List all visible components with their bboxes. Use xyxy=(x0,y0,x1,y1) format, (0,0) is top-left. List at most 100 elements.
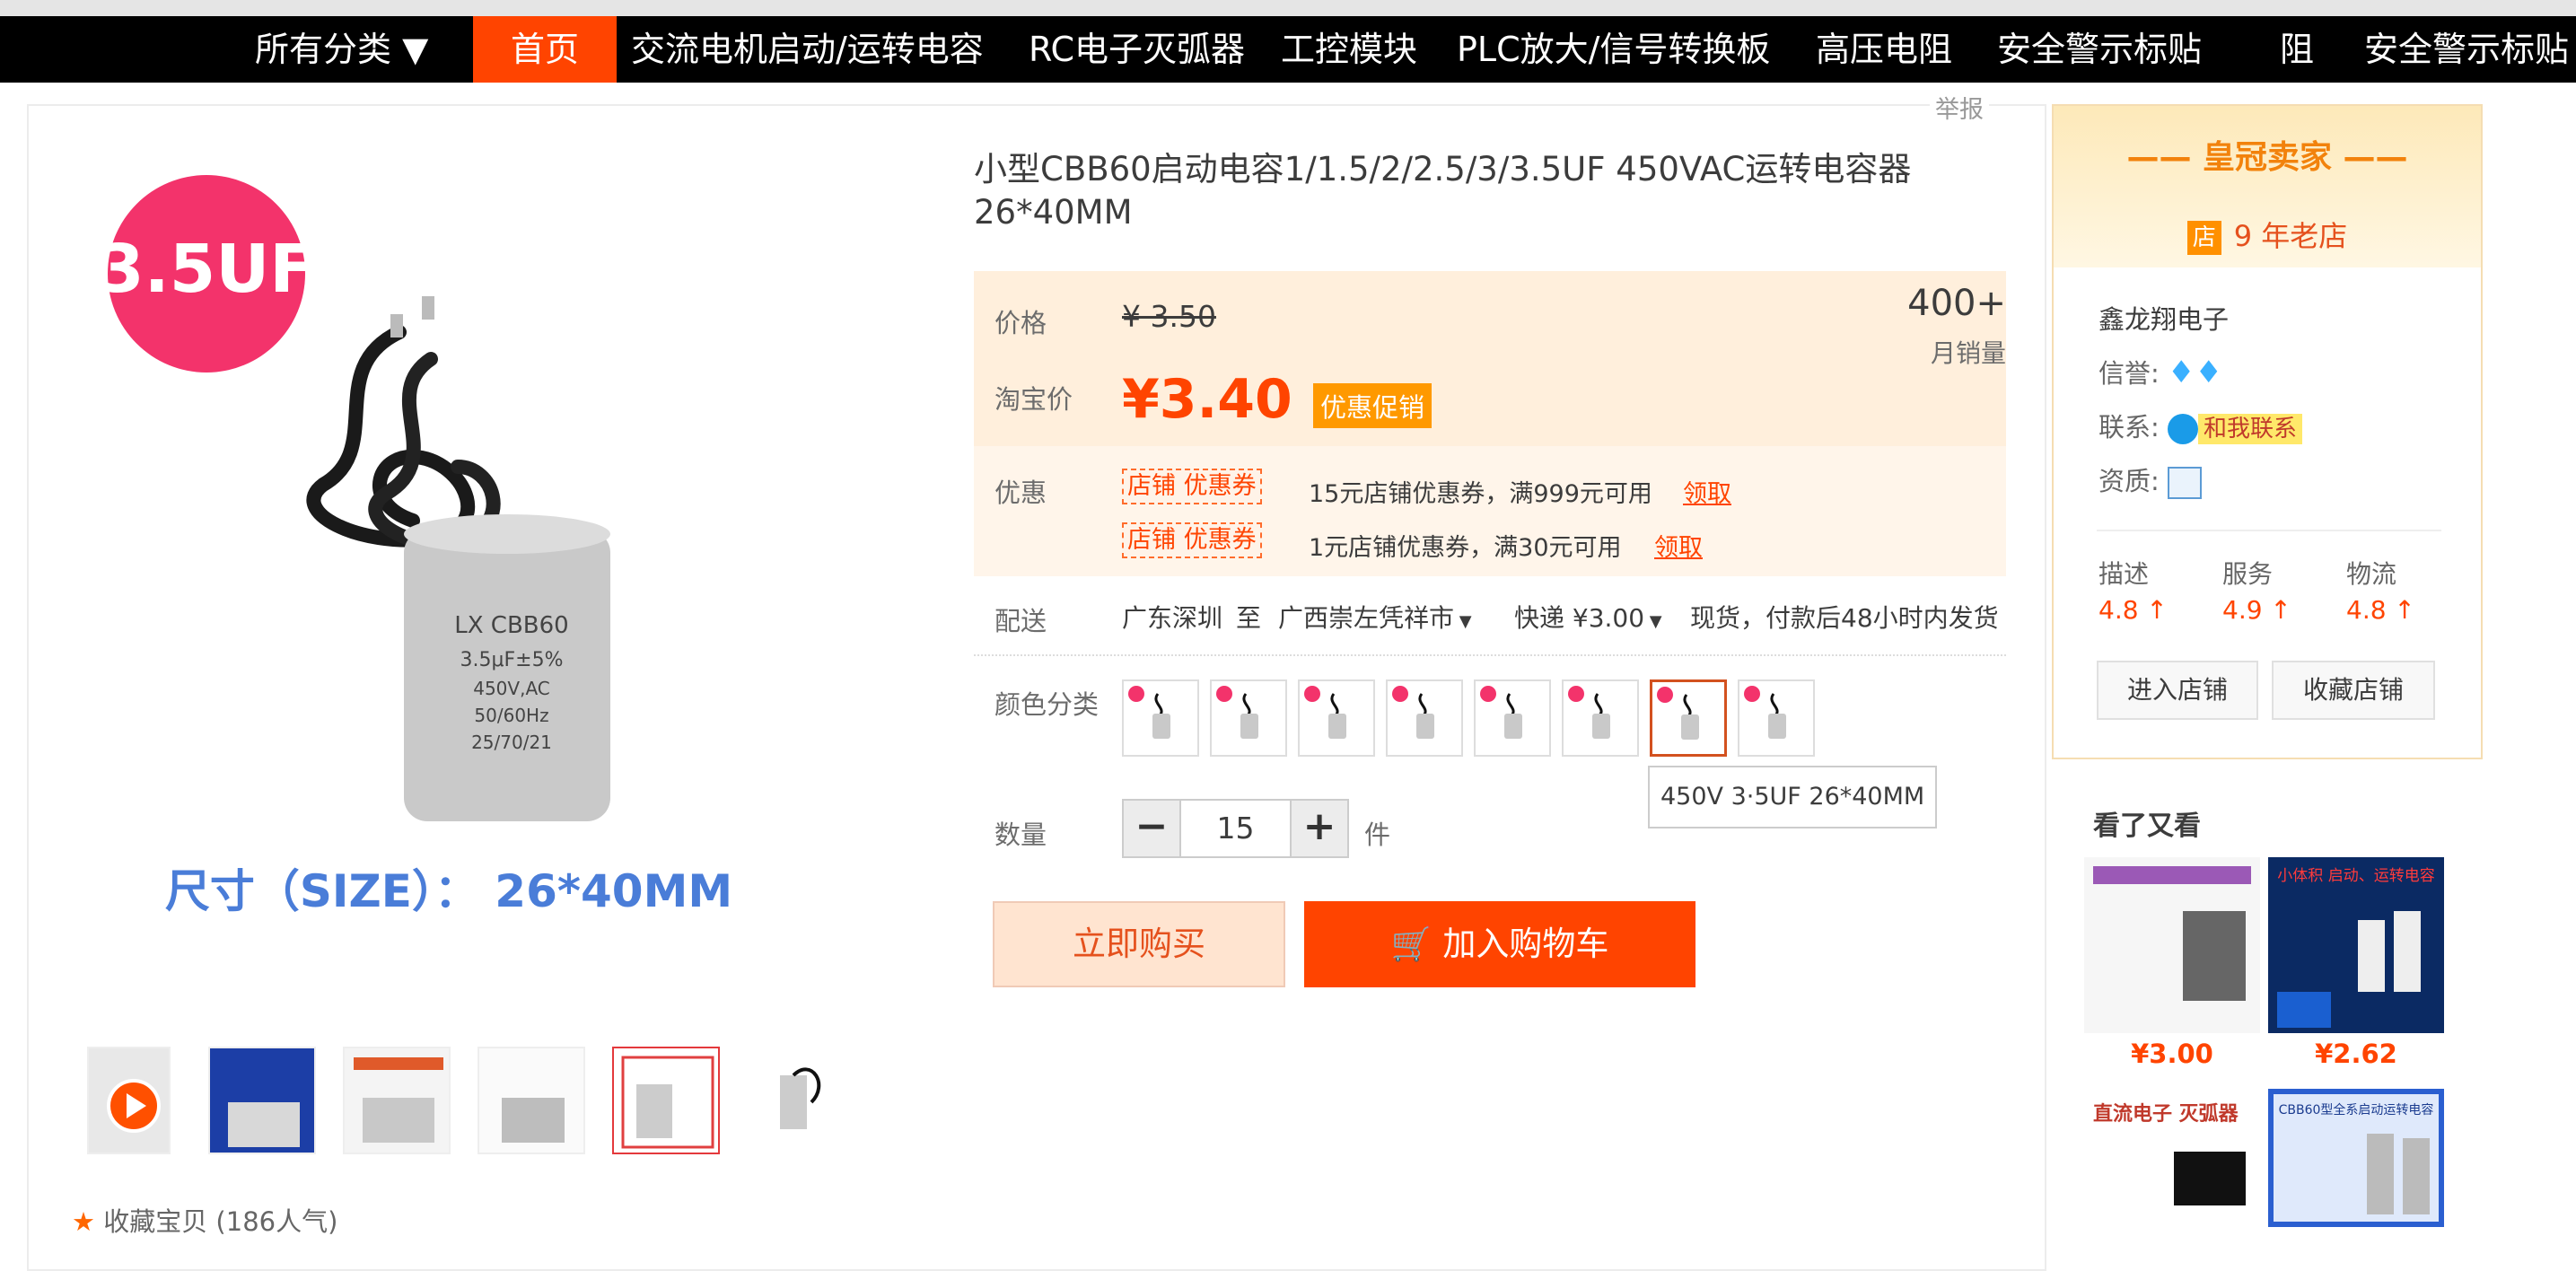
thumbnail-6[interactable] xyxy=(756,1047,863,1154)
caret-down-icon: ▼ xyxy=(1454,612,1472,631)
swatch-capacitor-image xyxy=(1392,686,1434,739)
divider xyxy=(2097,530,2441,531)
decrease-button[interactable]: − xyxy=(1124,801,1179,856)
store-icon: 店 xyxy=(2186,221,2221,255)
current-price: ¥3.40 xyxy=(1122,368,1292,431)
nav-hv-resistor[interactable]: 高压电阻 xyxy=(1816,16,1952,83)
size-caption: 尺寸（SIZE）： 26*40MM xyxy=(165,865,732,917)
thumb-image-2 xyxy=(210,1048,314,1153)
seller-panel: —— 皇冠卖家 —— 店9 年老店 鑫龙翔电子 信誉: ♦♦ 联系: 和我联系 … xyxy=(2052,104,2483,759)
coupon-tag-2: 店铺 优惠券 xyxy=(1122,522,1262,558)
express-value: 快递 ¥3.00 xyxy=(1514,603,1645,633)
buy-now-button[interactable]: 立即购买 xyxy=(993,901,1285,987)
thumb-image-6 xyxy=(780,1067,821,1129)
crown-seller-title: —— 皇冠卖家 —— xyxy=(2126,139,2408,176)
thumbnail-4[interactable] xyxy=(478,1047,585,1154)
nav-ac-motor-capacitor[interactable]: 交流电机启动/运转电容 xyxy=(631,16,984,83)
recommend-item-4[interactable]: CBB60型全系启动运转电容 xyxy=(2268,1089,2444,1227)
nav-warning-label-2[interactable]: 安全警示标贴 xyxy=(2364,16,2569,83)
capacitor-illustration: 3.5UF LX CBB60 3.5μF±5% 450V,AC 50/60Hz … xyxy=(98,175,732,917)
recommend-item-2[interactable]: 小体积 启动、运转电容 xyxy=(2268,857,2444,1033)
rating-desc-label: 描述 xyxy=(2098,559,2150,589)
top-strip xyxy=(0,0,2576,16)
enter-store-button[interactable]: 进入店铺 xyxy=(2097,661,2258,720)
ship-to-word: 至 xyxy=(1236,603,1262,633)
nav-plc-board[interactable]: PLC放大/信号转换板 xyxy=(1457,16,1770,83)
increase-button[interactable]: + xyxy=(1292,801,1347,856)
cap-line-1: LX CBB60 xyxy=(454,612,568,639)
quantity-input[interactable]: 15 xyxy=(1179,801,1292,856)
cap-line-4: 50/60Hz xyxy=(474,705,548,726)
recommend-image-2: 小体积 启动、运转电容 xyxy=(2268,857,2444,1033)
swatch-capacitor-image xyxy=(1480,686,1522,739)
swatch-capacitor-image xyxy=(1304,686,1346,739)
credit-row: 信誉: ♦♦ xyxy=(2098,353,2222,390)
color-swatch-2[interactable] xyxy=(1210,679,1287,757)
sales-count: 400+ xyxy=(1907,283,2006,324)
cap-line-2: 3.5μF±5% xyxy=(460,649,564,671)
add-to-cart-button[interactable]: 🛒 加入购物车 xyxy=(1304,901,1695,987)
sales-label: 月销量 xyxy=(1930,338,2006,368)
quantity-stepper: − 15 + xyxy=(1122,799,1349,858)
express-select[interactable]: 快递 ¥3.00 ▼ xyxy=(1514,599,1662,635)
wangwang-icon xyxy=(2168,414,2198,444)
color-swatch-4[interactable] xyxy=(1386,679,1463,757)
contact-label: 联系: xyxy=(2098,412,2160,443)
all-categories-menu[interactable]: 所有分类 ▼ xyxy=(255,16,428,83)
quantity-label: 数量 xyxy=(994,820,1047,850)
report-link[interactable]: 举报 xyxy=(1930,90,1989,125)
capacity-badge: 3.5UF xyxy=(98,231,315,308)
recommend-image-4: CBB60型全系启动运转电容 xyxy=(2268,1089,2444,1227)
rating-logistics-label: 物流 xyxy=(2346,559,2397,589)
color-label: 颜色分类 xyxy=(994,689,1100,720)
destination-select[interactable]: 广西崇左凭祥市 ▼ xyxy=(1278,599,1472,635)
qualification-label: 资质: xyxy=(2098,466,2160,496)
main-product-image[interactable]: 3.5UF LX CBB60 3.5μF±5% 450V,AC 50/60Hz … xyxy=(90,162,808,1005)
credit-label: 信誉: xyxy=(2098,358,2160,389)
recommend-item-3[interactable]: 直流电子 灭弧器 xyxy=(2084,1089,2260,1227)
nav-warning-label[interactable]: 安全警示标贴 xyxy=(1997,16,2202,83)
favorite-label: 收藏宝贝 (186人气) xyxy=(103,1206,338,1237)
contact-seller-button[interactable]: 和我联系 xyxy=(2198,414,2303,444)
color-swatch-8[interactable] xyxy=(1738,679,1815,757)
discount-label: 优惠 xyxy=(994,478,1047,508)
color-swatch-1[interactable] xyxy=(1122,679,1199,757)
rating-service-label: 服务 xyxy=(2222,559,2274,589)
color-swatch-7[interactable] xyxy=(1650,679,1727,757)
favorite-item[interactable]: ★ 收藏宝贝 (186人气) xyxy=(72,1201,337,1239)
nav-home[interactable]: 首页 xyxy=(473,16,617,83)
original-price: ¥ 3.50 xyxy=(1122,299,1216,334)
coupon-claim-2[interactable]: 领取 xyxy=(1654,528,1703,563)
crown-header: —— 皇冠卖家 —— 店 9 年老店 xyxy=(2054,106,2481,267)
color-swatch-6[interactable] xyxy=(1562,679,1639,757)
swatch-capacitor-image xyxy=(1128,686,1170,739)
cart-icon: 🛒 xyxy=(1390,925,1443,963)
thumbnail-5[interactable] xyxy=(612,1047,720,1154)
thumbnail-3[interactable] xyxy=(343,1047,451,1154)
nav-rc-arc-suppressor[interactable]: RC电子灭弧器 xyxy=(1029,16,1245,83)
destination-value: 广西崇左凭祥市 xyxy=(1278,603,1455,633)
thumb-image-5 xyxy=(614,1048,718,1153)
color-swatch-5[interactable] xyxy=(1474,679,1551,757)
seller-name[interactable]: 鑫龙翔电子 xyxy=(2098,299,2229,337)
rating-service-value: 4.9 ↑ xyxy=(2222,595,2291,625)
favorite-store-button[interactable]: 收藏店铺 xyxy=(2272,661,2435,720)
swatch-capacitor-image xyxy=(1744,686,1786,739)
nav-resistor-clipped[interactable]: 阻 xyxy=(2280,16,2314,83)
recommend-price-1: ¥3.00 xyxy=(2131,1039,2213,1069)
swatch-capacitor-image xyxy=(1216,686,1258,739)
category-nav-bar: 所有分类 ▼ 首页 交流电机启动/运转电容 RC电子灭弧器 工控模块 PLC放大… xyxy=(0,16,2576,83)
recommend-image-2-text: 小体积 启动、运转电容 xyxy=(2277,867,2434,885)
cap-line-5: 25/70/21 xyxy=(471,732,552,753)
color-swatch-3[interactable] xyxy=(1298,679,1375,757)
coupon-claim-1[interactable]: 领取 xyxy=(1683,474,1731,509)
recommend-item-1[interactable] xyxy=(2084,857,2260,1033)
recommend-image-4-text: CBB60型全系启动运转电容 xyxy=(2279,1102,2434,1118)
taobao-price-label: 淘宝价 xyxy=(994,384,1073,415)
license-icon[interactable] xyxy=(2168,467,2202,499)
thumbnail-video[interactable] xyxy=(87,1047,171,1154)
thumbnail-2[interactable] xyxy=(208,1047,316,1154)
caret-down-icon: ▼ xyxy=(1644,612,1662,631)
nav-control-module[interactable]: 工控模块 xyxy=(1281,16,1417,83)
thumb-image-4 xyxy=(479,1048,583,1153)
